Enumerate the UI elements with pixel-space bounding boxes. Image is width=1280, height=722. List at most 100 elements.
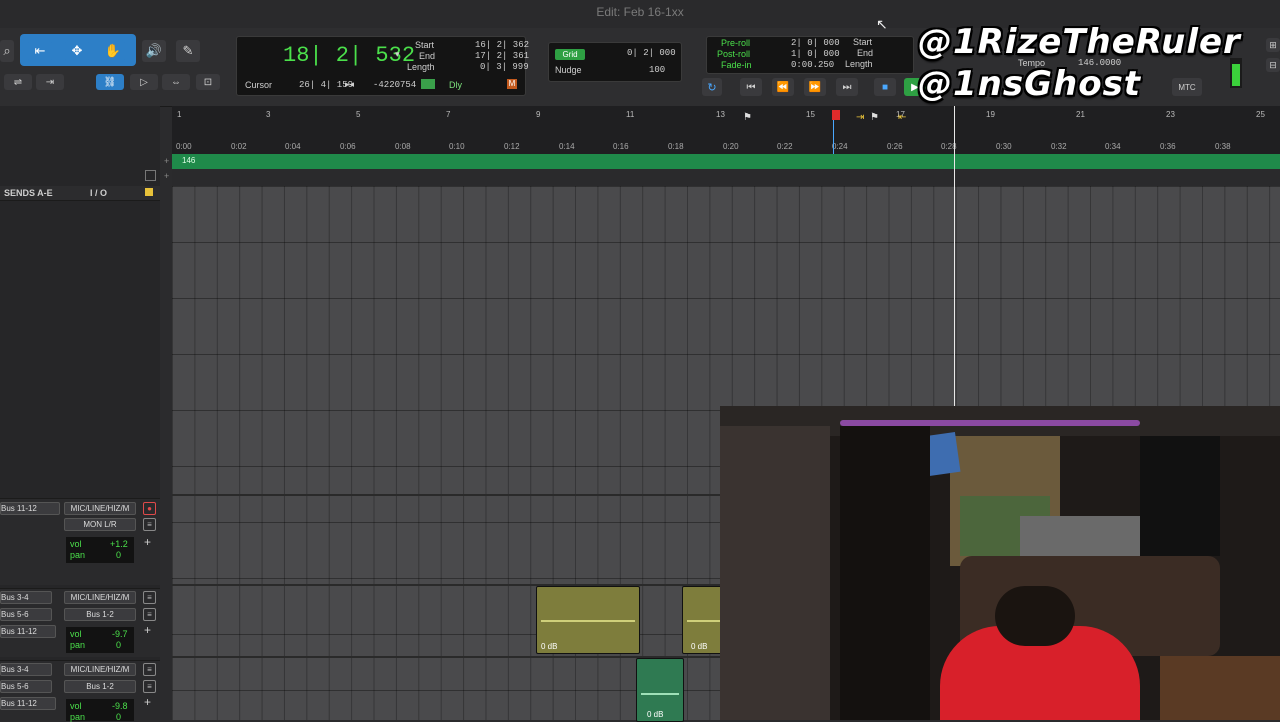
- add-marker-icon[interactable]: +: [164, 171, 169, 181]
- track-header[interactable]: Bus 11-12 MIC/LINE/HIZ/M ● MON L/R ≡ vol…: [0, 498, 160, 585]
- chevron-down-icon[interactable]: ▾: [395, 49, 400, 60]
- rewind-icon[interactable]: ⏪: [772, 78, 794, 96]
- add-icon[interactable]: +: [144, 695, 151, 709]
- ruler-menu-icon[interactable]: [145, 170, 156, 181]
- window-title: Edit: Feb 16-1xx: [596, 5, 684, 19]
- selection-length-value[interactable]: 0| 3| 999: [480, 62, 529, 72]
- selection-end-label: End: [419, 51, 436, 61]
- pan-value[interactable]: 0: [116, 712, 121, 722]
- pan-label: pan: [70, 640, 86, 650]
- vol-value[interactable]: -9.7: [112, 629, 128, 639]
- side-table: [1160, 656, 1280, 720]
- stop-icon[interactable]: ■: [874, 78, 896, 96]
- vol-value[interactable]: -9.8: [112, 701, 128, 711]
- input-selector[interactable]: MIC/LINE/HIZ/M: [64, 502, 136, 515]
- clip-gain-label[interactable]: 0 dB: [541, 642, 557, 651]
- link-icon[interactable]: ⛓: [96, 74, 124, 90]
- time-tick: 0:24: [832, 142, 848, 151]
- marker-ruler[interactable]: [172, 169, 1280, 186]
- output-selector[interactable]: MON L/R: [64, 518, 136, 531]
- input-window-icon[interactable]: ≡: [143, 591, 156, 604]
- scrub-icon[interactable]: 🔊: [142, 40, 166, 62]
- audio-clip[interactable]: 0 dB: [636, 658, 684, 722]
- midi-icon[interactable]: [421, 79, 435, 89]
- send-slot[interactable]: Bus 3-4: [0, 591, 52, 604]
- sends-column-header[interactable]: SENDS A-E: [4, 188, 53, 198]
- fadein-value[interactable]: 0:00.250: [791, 60, 834, 70]
- clip-gain-label[interactable]: 0 dB: [691, 642, 707, 651]
- send-slot[interactable]: Bus 11-12: [0, 502, 60, 515]
- record-enable-icon[interactable]: ●: [143, 502, 156, 515]
- loop-icon[interactable]: ↻: [702, 78, 722, 96]
- grid-toggle[interactable]: Grid: [555, 49, 585, 60]
- audio-clip[interactable]: 0 dB: [536, 586, 640, 654]
- pan-value[interactable]: 0: [116, 640, 121, 650]
- add-icon[interactable]: +: [144, 535, 151, 549]
- loop-start-flag-icon[interactable]: ⚑: [743, 112, 752, 123]
- input-window-icon[interactable]: ≡: [143, 663, 156, 676]
- shuffle-mode-icon[interactable]: ⇌: [4, 74, 32, 90]
- io-column-header[interactable]: I / O: [90, 188, 107, 198]
- send-slot[interactable]: Bus 5-6: [0, 608, 52, 621]
- pan-value[interactable]: 0: [116, 550, 121, 560]
- postroll-value[interactable]: 1| 0| 000: [791, 49, 840, 59]
- mirror-icon[interactable]: ⇔: [162, 74, 190, 90]
- add-icon[interactable]: +: [144, 623, 151, 637]
- bar-tick: 11: [626, 110, 635, 119]
- output-selector[interactable]: Bus 1-2: [64, 608, 136, 621]
- mtc-button[interactable]: MTC: [1172, 78, 1202, 96]
- audio-clip[interactable]: 0 dB: [682, 586, 724, 654]
- nudge-value[interactable]: 100: [649, 65, 665, 75]
- go-to-end-icon[interactable]: ⏭: [836, 78, 858, 96]
- send-slot[interactable]: Bus 5-6: [0, 680, 52, 693]
- zoom-icon[interactable]: ⌕: [0, 40, 14, 62]
- preroll-value[interactable]: 2| 0| 000: [791, 38, 840, 48]
- grid-value[interactable]: 0| 2| 000: [627, 48, 676, 58]
- keyboard-focus-icon[interactable]: ⊡: [196, 74, 220, 90]
- bar-tick: 15: [806, 110, 815, 119]
- selection-end-value[interactable]: 17| 2| 361: [475, 51, 529, 61]
- input-selector[interactable]: MIC/LINE/HIZ/M: [64, 663, 136, 676]
- send-slot[interactable]: Bus 11-12: [0, 625, 56, 638]
- selection-start-value[interactable]: 16| 2| 362: [475, 40, 529, 50]
- output-window-icon[interactable]: ≡: [143, 608, 156, 621]
- send-slot[interactable]: Bus 3-4: [0, 663, 52, 676]
- vol-value[interactable]: +1.2: [110, 539, 128, 549]
- trim-icon[interactable]: ⇤: [28, 40, 52, 62]
- input-selector[interactable]: MIC/LINE/HIZ/M: [64, 591, 136, 604]
- fast-forward-icon[interactable]: ⏩: [804, 78, 826, 96]
- output-window-icon[interactable]: ≡: [143, 518, 156, 531]
- delay-label[interactable]: Dly: [449, 80, 462, 90]
- postroll-label[interactable]: Post-roll: [717, 49, 750, 59]
- return-to-zero-icon[interactable]: ⏮: [740, 78, 762, 96]
- select-icon[interactable]: ✥: [65, 40, 89, 62]
- loop-end-flag-icon[interactable]: ⚑: [870, 112, 879, 123]
- tempo-ruler[interactable]: 146: [172, 154, 1280, 169]
- preroll-label[interactable]: Pre-roll: [721, 38, 750, 48]
- waveform: [641, 693, 679, 695]
- timeline-ruler[interactable]: 1 3 5 7 9 11 13 15 17 19 21 23 25 0:00 0…: [172, 106, 1280, 155]
- spot-mode-icon[interactable]: ⇥: [36, 74, 64, 90]
- tab-to-transient-icon[interactable]: ▷: [130, 74, 158, 90]
- add-tempo-icon[interactable]: +: [164, 156, 169, 166]
- send-slot[interactable]: Bus 11-12: [0, 697, 56, 710]
- vol-pan-display[interactable]: vol +1.2 pan 0: [66, 537, 134, 563]
- window-config-icon[interactable]: ⊞: [1266, 38, 1280, 52]
- memory-location-icon[interactable]: ⊟: [1266, 58, 1280, 72]
- track-header[interactable]: Bus 3-4 Bus 5-6 Bus 11-12 MIC/LINE/HIZ/M…: [0, 660, 160, 722]
- track-header[interactable]: Bus 3-4 Bus 5-6 Bus 11-12 MIC/LINE/HIZ/M…: [0, 588, 160, 657]
- output-window-icon[interactable]: ≡: [143, 680, 156, 693]
- vol-pan-display[interactable]: vol -9.7 pan 0: [66, 627, 134, 653]
- fadein-label[interactable]: Fade-in: [721, 60, 752, 70]
- output-selector[interactable]: Bus 1-2: [64, 680, 136, 693]
- pencil-icon[interactable]: ✎: [176, 40, 200, 62]
- punch-in-icon[interactable]: ⇥: [856, 112, 864, 123]
- grabber-icon[interactable]: ✋: [101, 40, 125, 62]
- punch-out-icon[interactable]: ⇤: [898, 112, 906, 123]
- clip-gain-label[interactable]: 0 dB: [647, 710, 663, 719]
- tempo-marker[interactable]: 146: [182, 156, 195, 165]
- playhead-marker-icon[interactable]: [832, 110, 840, 120]
- vol-pan-display[interactable]: vol -9.8 pan 0: [66, 699, 134, 722]
- waveform: [541, 620, 635, 622]
- m-icon[interactable]: M: [507, 79, 517, 89]
